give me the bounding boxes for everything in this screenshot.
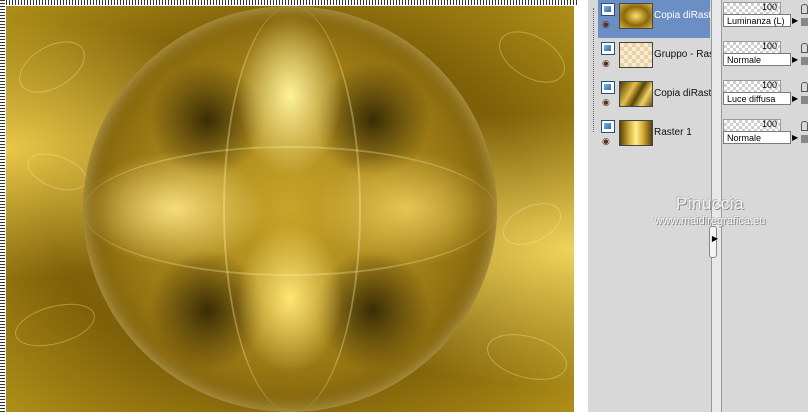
layer-thumbnail (619, 42, 653, 68)
layer-row-copia-diraster-1[interactable]: ◉ Copia diRaster (598, 0, 720, 38)
decor-petal (10, 30, 94, 104)
golden-orb-artwork (83, 6, 497, 412)
decor-petal (22, 146, 92, 198)
opacity-value: 100 (762, 80, 778, 90)
opacity-value: 100 (762, 119, 778, 129)
blend-mode-select[interactable]: Luminanza (L) (723, 14, 791, 27)
eye-icon[interactable]: ◉ (602, 60, 614, 69)
layer-thumbnail (619, 120, 653, 146)
watermark-name: Pinuccia (675, 194, 745, 213)
layer-thumbnail (619, 81, 653, 107)
watermark-url: www.maidiregrafica.eu (654, 215, 766, 227)
eye-icon[interactable]: ◉ (602, 21, 614, 30)
layer-row-gruppo[interactable]: ◉ Gruppo - Ras (598, 39, 714, 77)
layer-name: Raster 1 (654, 127, 692, 138)
lock-icon (801, 96, 808, 104)
layer-props-row: 100 Normale ▶ (721, 117, 808, 155)
triangle-right-icon[interactable]: ▶ (711, 234, 719, 244)
image-canvas[interactable] (6, 6, 574, 412)
triangle-right-icon[interactable]: ▶ (792, 93, 800, 104)
raster-layer-icon (601, 81, 615, 94)
raster-layer-icon (601, 3, 615, 16)
decor-petal (10, 296, 100, 354)
layer-row-copia-diraster-2[interactable]: ◉ Copia diRaster (598, 78, 720, 116)
layer-tree-connector (593, 8, 594, 132)
triangle-right-icon[interactable]: ▶ (792, 132, 800, 143)
layer-props-row: 100 Luce diffusa ▶ (721, 78, 808, 116)
lock-icon[interactable] (801, 82, 808, 92)
group-layer-icon (601, 42, 615, 55)
layer-name: Gruppo - Ras (654, 49, 715, 60)
eye-icon[interactable]: ◉ (602, 138, 614, 147)
vertical-ruler (0, 0, 5, 412)
lock-icon (801, 18, 808, 26)
lock-icon (801, 135, 808, 143)
layer-props-row: 100 Luminanza (L) ▶ (721, 0, 808, 38)
panel-gap (578, 0, 588, 412)
horizontal-ruler (0, 0, 578, 5)
lock-icon[interactable] (801, 43, 808, 53)
layer-row-raster-1[interactable]: ◉ Raster 1 (598, 117, 710, 155)
blend-mode-select[interactable]: Luce diffusa (723, 92, 791, 105)
decor-petal (490, 20, 574, 94)
opacity-value: 100 (762, 2, 778, 12)
lock-icon[interactable] (801, 121, 808, 131)
blend-mode-select[interactable]: Normale (723, 131, 791, 144)
lock-icon[interactable] (801, 4, 808, 14)
triangle-right-icon[interactable]: ▶ (792, 15, 800, 26)
lock-icon (801, 57, 808, 65)
eye-icon[interactable]: ◉ (602, 99, 614, 108)
layer-thumbnail (619, 3, 653, 29)
decor-petal (481, 326, 573, 388)
layer-props-row: 100 Normale ▶ (721, 39, 808, 77)
raster-layer-icon (601, 120, 615, 133)
decor-petal (496, 194, 568, 254)
triangle-right-icon[interactable]: ▶ (792, 54, 800, 65)
opacity-value: 100 (762, 41, 778, 51)
blend-mode-select[interactable]: Normale (723, 53, 791, 66)
